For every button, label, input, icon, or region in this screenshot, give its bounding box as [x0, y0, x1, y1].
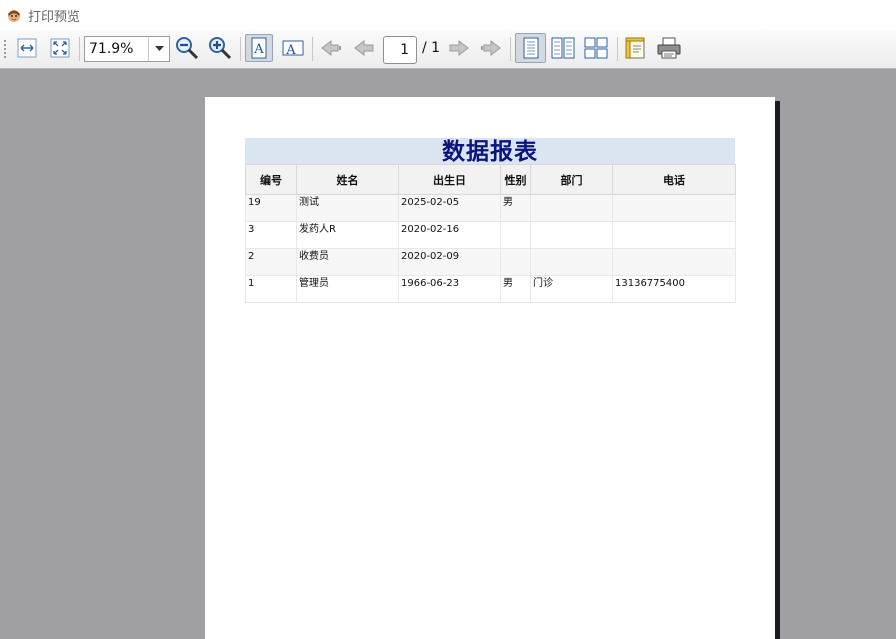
column-header-gender: 性别 [500, 164, 531, 195]
print-button[interactable] [655, 34, 683, 62]
cell-gender: 男 [500, 194, 531, 222]
cell-phone [612, 194, 736, 222]
report: 数据报表 编号 姓名 出生日 性别 部门 电话 19 测试 2025-02-05… [245, 138, 736, 303]
page-total-label: / 1 [422, 40, 441, 56]
column-header-phone: 电话 [612, 164, 736, 195]
toolbar-separator [617, 37, 618, 61]
toolbar-grip[interactable] [4, 40, 6, 60]
zoom-combobox[interactable]: 71.9% [84, 36, 170, 62]
table-header-row: 编号 姓名 出生日 性别 部门 电话 [245, 164, 736, 195]
toolbar-separator [240, 37, 241, 61]
cell-dept [530, 194, 613, 222]
prev-page-icon [354, 39, 374, 57]
zoom-out-icon [176, 37, 199, 60]
cell-id: 3 [245, 221, 297, 249]
cell-gender [500, 221, 531, 249]
fit-width-icon [17, 38, 37, 58]
cell-phone [612, 221, 736, 249]
portrait-icon: A [251, 37, 267, 59]
cell-gender [500, 248, 531, 276]
zoom-in-button[interactable] [206, 34, 234, 62]
first-page-icon [321, 39, 341, 57]
report-title: 数据报表 [245, 138, 735, 165]
app-icon [8, 10, 20, 22]
page-setup-icon [625, 37, 645, 59]
print-icon [657, 37, 681, 59]
cell-birth: 2025-02-05 [398, 194, 501, 222]
toolbar-separator [510, 37, 511, 61]
preview-toolbar: 71.9% A A 1 / 1 [0, 30, 896, 69]
preview-canvas[interactable]: 数据报表 编号 姓名 出生日 性别 部门 电话 19 测试 2025-02-05… [0, 69, 896, 639]
chevron-down-icon [154, 46, 164, 51]
cell-name: 发药人R [296, 221, 399, 249]
last-page-icon [481, 39, 501, 57]
next-page-icon [449, 39, 469, 57]
preview-page: 数据报表 编号 姓名 出生日 性别 部门 电话 19 测试 2025-02-05… [205, 97, 775, 639]
table-row: 19 测试 2025-02-05 男 [245, 194, 736, 222]
next-page-button[interactable] [445, 34, 473, 62]
report-table: 编号 姓名 出生日 性别 部门 电话 19 测试 2025-02-05 男 3 … [245, 164, 736, 303]
column-header-dept: 部门 [530, 164, 613, 195]
prev-page-button[interactable] [350, 34, 378, 62]
cell-gender: 男 [500, 275, 531, 303]
toolbar-separator [312, 37, 313, 61]
landscape-button[interactable]: A [279, 34, 307, 62]
landscape-icon: A [282, 40, 304, 58]
cell-name: 管理员 [296, 275, 399, 303]
facing-pages-icon [551, 37, 575, 59]
page-setup-button[interactable] [622, 34, 650, 62]
fit-page-button[interactable] [46, 34, 74, 62]
fit-page-icon [50, 38, 70, 58]
overview-icon [584, 37, 608, 59]
cell-name: 收费员 [296, 248, 399, 276]
portrait-button[interactable]: A [245, 34, 273, 62]
cell-birth: 2020-02-16 [398, 221, 501, 249]
facing-pages-button[interactable] [549, 34, 577, 62]
cell-id: 2 [245, 248, 297, 276]
zoom-out-button[interactable] [173, 34, 201, 62]
cell-birth: 2020-02-09 [398, 248, 501, 276]
window-title: 打印预览 [28, 9, 81, 25]
cell-id: 19 [245, 194, 297, 222]
page-number-input[interactable]: 1 [383, 36, 417, 64]
column-header-id: 编号 [245, 164, 297, 195]
table-row: 2 收费员 2020-02-09 [245, 248, 736, 276]
cell-dept: 门诊 [530, 275, 613, 303]
cell-phone [612, 248, 736, 276]
cell-dept [530, 221, 613, 249]
svg-text:A: A [285, 43, 296, 58]
table-row: 3 发药人R 2020-02-16 [245, 221, 736, 249]
single-page-button[interactable] [515, 33, 546, 63]
toolbar-separator [79, 37, 80, 61]
cell-birth: 1966-06-23 [398, 275, 501, 303]
cell-name: 测试 [296, 194, 399, 222]
first-page-button[interactable] [317, 34, 345, 62]
column-header-birth: 出生日 [398, 164, 501, 195]
zoom-value[interactable]: 71.9% [85, 37, 148, 61]
cell-dept [530, 248, 613, 276]
table-row: 1 管理员 1966-06-23 男 门诊 13136775400 [245, 275, 736, 303]
cell-phone: 13136775400 [612, 275, 736, 303]
last-page-button[interactable] [477, 34, 505, 62]
title-bar: 打印预览 [0, 0, 896, 30]
zoom-in-icon [209, 37, 232, 60]
overview-button[interactable] [582, 34, 610, 62]
svg-text:A: A [253, 42, 264, 57]
cell-id: 1 [245, 275, 297, 303]
single-page-icon [523, 37, 538, 59]
zoom-dropdown-button[interactable] [148, 37, 169, 61]
fit-width-button[interactable] [13, 34, 41, 62]
column-header-name: 姓名 [296, 164, 399, 195]
